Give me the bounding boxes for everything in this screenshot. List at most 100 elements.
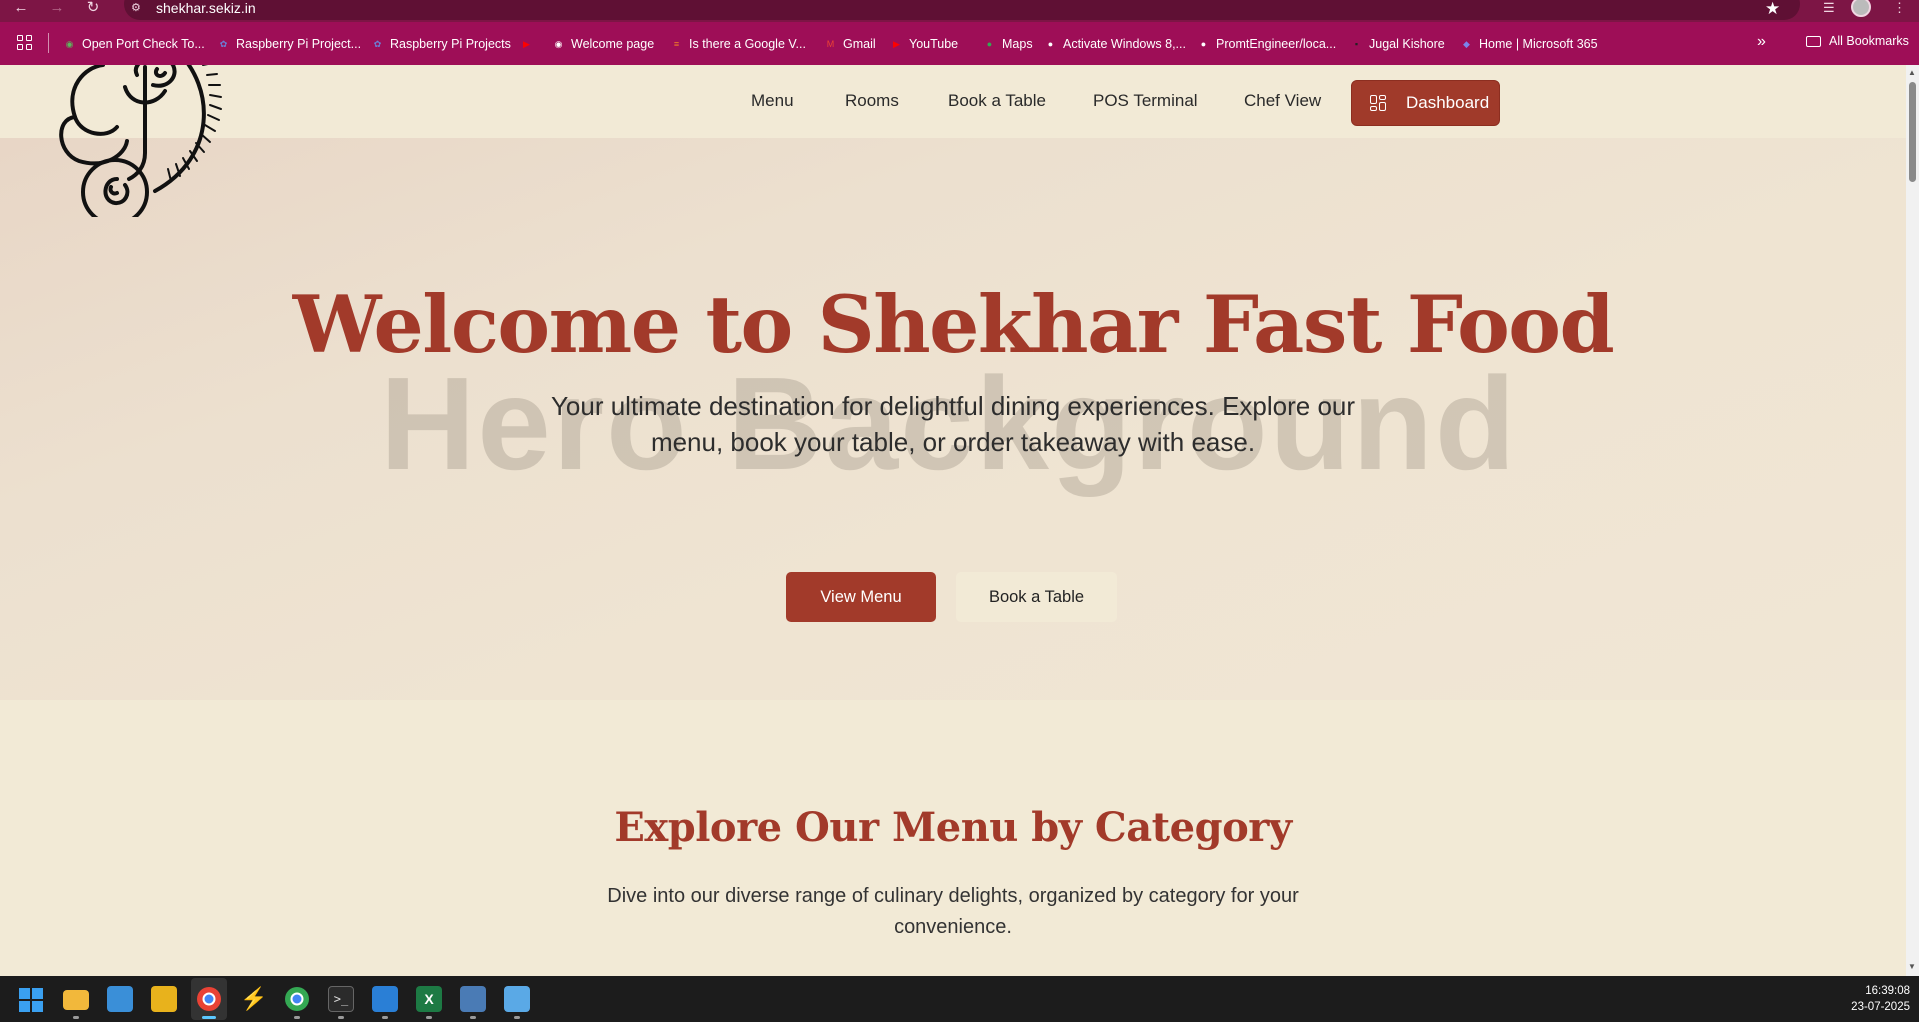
running-indicator (426, 1016, 432, 1019)
bookmark-label: Is there a Google V... (689, 37, 806, 51)
address-bar[interactable] (124, 0, 1800, 20)
file-explorer-icon[interactable] (63, 990, 89, 1010)
bookmark-item[interactable]: M Gmail (824, 34, 876, 54)
github-icon: ● (1047, 38, 1054, 49)
chrome-icon[interactable] (196, 986, 222, 1012)
pi-icon: ✿ (373, 38, 382, 49)
page-scrollbar[interactable]: ▲ ▼ (1906, 65, 1919, 976)
dashboard-grid-icon (1370, 95, 1386, 111)
scroll-thumb[interactable] (1909, 82, 1916, 182)
running-indicator (294, 1016, 300, 1019)
dashboard-button[interactable]: Dashboard (1351, 80, 1500, 126)
network-app-icon[interactable] (460, 986, 486, 1012)
nav-rooms[interactable]: Rooms (845, 91, 899, 111)
excel-icon[interactable]: X (416, 986, 442, 1012)
m365-icon: ◆ (1463, 38, 1470, 49)
bookmark-label: PromtEngineer/loca... (1216, 37, 1337, 51)
url-text[interactable]: shekhar.sekiz.in (156, 0, 256, 16)
nav-menu[interactable]: Menu (751, 91, 794, 111)
running-indicator (338, 1016, 344, 1019)
view-menu-button[interactable]: View Menu (786, 572, 936, 622)
gmail-icon: M (826, 38, 835, 49)
bookmark-item[interactable]: ◉ Open Port Check To... (63, 34, 205, 54)
all-bookmarks-label: All Bookmarks (1829, 34, 1909, 48)
shree-logo-icon[interactable] (45, 65, 255, 217)
scroll-down-icon[interactable]: ▼ (1908, 962, 1916, 971)
folder-icon (1806, 35, 1821, 47)
clock-time: 16:39:08 (1865, 985, 1910, 997)
bookmark-label: Activate Windows 8,... (1063, 37, 1186, 51)
nav-book-table[interactable]: Book a Table (948, 91, 1046, 111)
bookmark-item[interactable]: ◆ Home | Microsoft 365 (1460, 34, 1598, 54)
bookmark-label: Maps (1002, 37, 1033, 51)
site-info-icon[interactable]: ⚙ (131, 1, 141, 14)
archive-app-icon[interactable] (151, 986, 177, 1012)
site-header: Menu Rooms Book a Table POS Terminal Che… (0, 65, 1906, 138)
clock-date: 23-07-2025 (1851, 1001, 1910, 1013)
all-bookmarks-button[interactable]: All Bookmarks (1806, 34, 1909, 48)
book-table-button[interactable]: Book a Table (956, 572, 1117, 622)
bookmark-label: Gmail (843, 37, 876, 51)
bookmark-item[interactable]: ▪ Jugal Kishore (1350, 34, 1445, 54)
bookmark-label: Raspberry Pi Project... (236, 37, 362, 51)
youtube-icon: ▶ (523, 38, 530, 49)
bookmark-item[interactable]: ● Activate Windows 8,... (1044, 34, 1186, 54)
bookmark-star-icon[interactable]: ★ (1765, 0, 1780, 19)
hero-subtitle: Your ultimate destination for delightful… (550, 391, 1356, 457)
arrow-left-icon[interactable]: ← (10, 0, 32, 22)
section-subtitle: Dive into our diverse range of culinary … (607, 885, 1299, 938)
bookmark-item[interactable]: ▶ (520, 34, 539, 54)
globe-icon: ◉ (65, 38, 74, 49)
globe-icon: ◉ (554, 38, 563, 49)
youtube-icon: ▶ (893, 38, 900, 49)
notepad-icon[interactable] (504, 986, 530, 1012)
dashboard-label: Dashboard (1406, 93, 1490, 112)
hero-section: Hero Background Welcome to Shekhar Fast … (0, 138, 1906, 700)
running-indicator (382, 1016, 388, 1019)
maps-icon: ● (986, 38, 993, 49)
github-icon: ● (1200, 38, 1207, 49)
profile-avatar[interactable] (1851, 0, 1871, 17)
windows-start-icon[interactable] (19, 988, 43, 1012)
bookmark-label: Open Port Check To... (82, 37, 205, 51)
bookmark-label: Jugal Kishore (1369, 37, 1445, 51)
nav-chef-view[interactable]: Chef View (1244, 91, 1321, 111)
bookmark-item[interactable]: ▶ YouTube (890, 34, 958, 54)
windows-taskbar: ⚡ >_ X (0, 976, 1919, 1022)
bookmark-label: Welcome page (571, 37, 655, 51)
bookmark-item[interactable]: ● Maps (983, 34, 1033, 54)
bookmark-label: YouTube (909, 37, 959, 51)
buildings-app-icon[interactable] (107, 986, 133, 1012)
hero-title: Welcome to Shekhar Fast Food (292, 278, 1615, 371)
terminal-icon: ▪ (1354, 38, 1359, 49)
apps-grid-icon[interactable] (17, 35, 33, 51)
reload-icon[interactable]: ↻ (82, 0, 104, 22)
more-bookmarks-icon[interactable]: » (1757, 33, 1766, 51)
nav-pos-terminal[interactable]: POS Terminal (1093, 91, 1198, 111)
terminal-icon[interactable]: >_ (328, 986, 354, 1012)
chrome-profile-icon[interactable] (284, 986, 310, 1012)
vscode-icon[interactable] (372, 986, 398, 1012)
section-title: Explore Our Menu by Category (614, 804, 1292, 851)
bookmark-label: Home | Microsoft 365 (1479, 37, 1598, 51)
media-icon[interactable]: ☰ (1823, 0, 1835, 16)
browser-toolbar: ← → ↻ ⚙ shekhar.sekiz.in ★ ☰ ⋮ (0, 0, 1919, 22)
bookmark-item[interactable]: ✿ Raspberry Pi Project... (217, 34, 361, 54)
bookmark-label: Raspberry Pi Projects (390, 37, 511, 51)
running-indicator (73, 1016, 79, 1019)
bookmarks-divider (48, 33, 49, 53)
bookmark-item[interactable]: ✿ Raspberry Pi Projects (371, 34, 511, 54)
page-viewport: Hero Background Welcome to Shekhar Fast … (0, 65, 1906, 976)
scroll-up-icon[interactable]: ▲ (1908, 68, 1916, 77)
bookmark-item[interactable]: ● PromtEngineer/loca... (1197, 34, 1336, 54)
arrow-right-icon[interactable]: → (46, 0, 68, 22)
running-indicator (514, 1016, 520, 1019)
running-indicator (202, 1016, 216, 1019)
running-indicator (470, 1016, 476, 1019)
stackoverflow-icon: ≡ (673, 38, 680, 49)
kebab-menu-icon[interactable]: ⋮ (1893, 0, 1906, 16)
system-clock[interactable]: 16:39:08 23-07-2025 (1830, 983, 1910, 1015)
bookmark-item[interactable]: ≡ Is there a Google V... (670, 34, 806, 54)
bookmark-item[interactable]: ◉ Welcome page (552, 34, 655, 54)
bolt-app-icon[interactable]: ⚡ (240, 986, 267, 1012)
